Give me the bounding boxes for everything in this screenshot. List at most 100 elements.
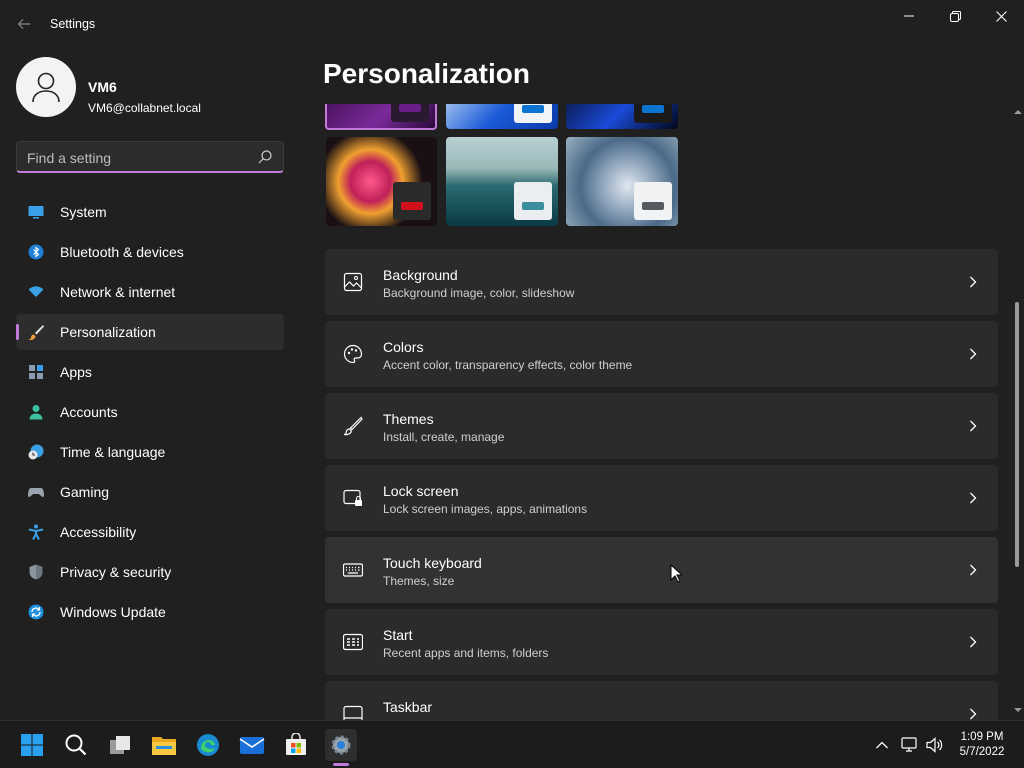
card-subtitle: Lock screen images, apps, animations <box>383 502 588 516</box>
theme-accent-swatch <box>642 105 664 113</box>
mail-button[interactable] <box>236 729 268 761</box>
task-view-button[interactable] <box>104 729 136 761</box>
close-button[interactable] <box>978 0 1024 32</box>
sidebar-item-system[interactable]: System <box>16 194 284 230</box>
theme-thumbnail-flow[interactable] <box>566 137 678 226</box>
pen-brush-icon <box>344 416 363 436</box>
lock-screen-card[interactable]: Lock screen Lock screen images, apps, an… <box>325 465 998 531</box>
search-input[interactable] <box>27 148 247 168</box>
sidebar-item-network[interactable]: Network & internet <box>16 274 284 310</box>
sidebar-item-label: Privacy & security <box>60 564 172 580</box>
sidebar-item-label: Bluetooth & devices <box>60 244 184 260</box>
back-button[interactable] <box>10 10 38 38</box>
theme-preview-window <box>514 182 552 220</box>
theme-preview-window <box>393 182 431 220</box>
lock-screen-icon <box>343 489 362 506</box>
edge-button[interactable] <box>192 729 224 761</box>
sidebar-item-bluetooth[interactable]: Bluetooth & devices <box>16 234 284 270</box>
person-icon <box>29 405 43 420</box>
theme-preview-window <box>634 182 672 220</box>
background-card[interactable]: Background Background image, color, slid… <box>325 249 998 315</box>
sidebar-item-accessibility[interactable]: Accessibility <box>16 514 284 550</box>
card-title: Start <box>383 627 413 643</box>
card-title: Colors <box>383 339 424 355</box>
sidebar-item-windows-update[interactable]: Windows Update <box>16 594 284 630</box>
speaker-icon <box>926 737 943 753</box>
chevron-right-icon <box>970 564 977 576</box>
monitor-icon <box>28 206 44 219</box>
search-box[interactable] <box>16 141 284 173</box>
chevron-up-icon <box>876 741 888 749</box>
edge-icon <box>197 734 219 756</box>
avatar[interactable] <box>16 57 76 117</box>
theme-accent-swatch <box>522 105 544 113</box>
show-hidden-icons-button[interactable] <box>872 735 892 755</box>
taskbar-icon <box>343 705 363 720</box>
sidebar-item-label: Time & language <box>60 444 166 460</box>
main-content: Background Background image, color, slid… <box>300 104 1010 720</box>
taskbar-card[interactable]: Taskbar <box>325 681 998 720</box>
card-title: Background <box>383 267 458 283</box>
user-profile[interactable]: VM6 VM6@collabnet.local <box>16 57 286 117</box>
start-card[interactable]: Start Recent apps and items, folders <box>325 609 998 675</box>
file-explorer-button[interactable] <box>148 729 180 761</box>
theme-thumbnail-sunrise[interactable] <box>446 137 558 226</box>
minimize-icon <box>904 15 914 17</box>
update-icon <box>28 604 44 620</box>
main-scrollbar[interactable] <box>1012 104 1022 720</box>
profile-email: VM6@collabnet.local <box>88 101 201 115</box>
theme-accent-swatch <box>522 202 544 210</box>
nav-list: System Bluetooth & devices Network & int… <box>16 194 284 634</box>
image-icon <box>343 272 363 292</box>
sidebar-item-apps[interactable]: Apps <box>16 354 284 390</box>
store-button[interactable] <box>280 729 312 761</box>
theme-thumbnail-bloom-dark[interactable] <box>566 104 678 129</box>
taskbar-search-button[interactable] <box>60 729 92 761</box>
start-grid-icon <box>343 633 363 651</box>
sidebar-item-label: Windows Update <box>60 604 166 620</box>
chevron-right-icon <box>970 492 977 504</box>
chevron-right-icon <box>970 348 977 360</box>
colors-card[interactable]: Colors Accent color, transparency effect… <box>325 321 998 387</box>
app-title: Settings <box>50 17 96 31</box>
sidebar-item-label: System <box>60 204 107 220</box>
network-monitor-icon <box>901 737 917 752</box>
sidebar-item-privacy[interactable]: Privacy & security <box>16 554 284 590</box>
volume-button[interactable] <box>925 735 945 755</box>
sidebar-item-gaming[interactable]: Gaming <box>16 474 284 510</box>
sidebar-item-label: Gaming <box>60 484 110 500</box>
search-icon <box>65 734 87 756</box>
taskbar-clock[interactable]: 1:09 PM 5/7/2022 <box>950 730 1014 760</box>
task-view-icon <box>110 736 130 754</box>
scroll-up-button[interactable] <box>1014 108 1022 116</box>
theme-preview-window <box>634 104 672 123</box>
theme-thumbnail-bloom-light[interactable] <box>446 104 558 129</box>
sidebar-item-label: Apps <box>60 364 92 380</box>
card-subtitle: Background image, color, slideshow <box>383 286 575 300</box>
settings-gear-icon <box>331 735 351 755</box>
maximize-button[interactable] <box>932 0 978 32</box>
sidebar-item-time-language[interactable]: Time & language <box>16 434 284 470</box>
scrollbar-thumb[interactable] <box>1015 302 1019 567</box>
minimize-button[interactable] <box>886 0 932 32</box>
sidebar-item-accounts[interactable]: Accounts <box>16 394 284 430</box>
wifi-icon <box>28 286 44 297</box>
mouse-cursor-icon <box>670 564 682 583</box>
card-subtitle: Themes, size <box>383 574 455 588</box>
search-icon[interactable] <box>257 149 273 165</box>
theme-thumbnail-captured-motion[interactable] <box>326 137 437 226</box>
sidebar-item-label: Accessibility <box>60 524 137 540</box>
touch-keyboard-card[interactable]: Touch keyboard Themes, size <box>325 537 998 603</box>
sidebar-item-personalization[interactable]: Personalization <box>16 314 284 350</box>
title-bar: Settings <box>0 0 1024 48</box>
card-title: Themes <box>383 411 434 427</box>
settings-taskbar-button[interactable] <box>325 729 357 761</box>
card-subtitle: Accent color, transparency effects, colo… <box>383 358 633 372</box>
sidebar: VM6 VM6@collabnet.local System Bluetooth… <box>0 48 300 720</box>
start-button[interactable] <box>16 729 48 761</box>
network-status-button[interactable] <box>900 735 920 755</box>
themes-card[interactable]: Themes Install, create, manage <box>325 393 998 459</box>
triangle-down-icon <box>1014 708 1022 712</box>
theme-thumbnail-glow[interactable] <box>325 104 437 130</box>
scroll-down-button[interactable] <box>1014 706 1022 714</box>
